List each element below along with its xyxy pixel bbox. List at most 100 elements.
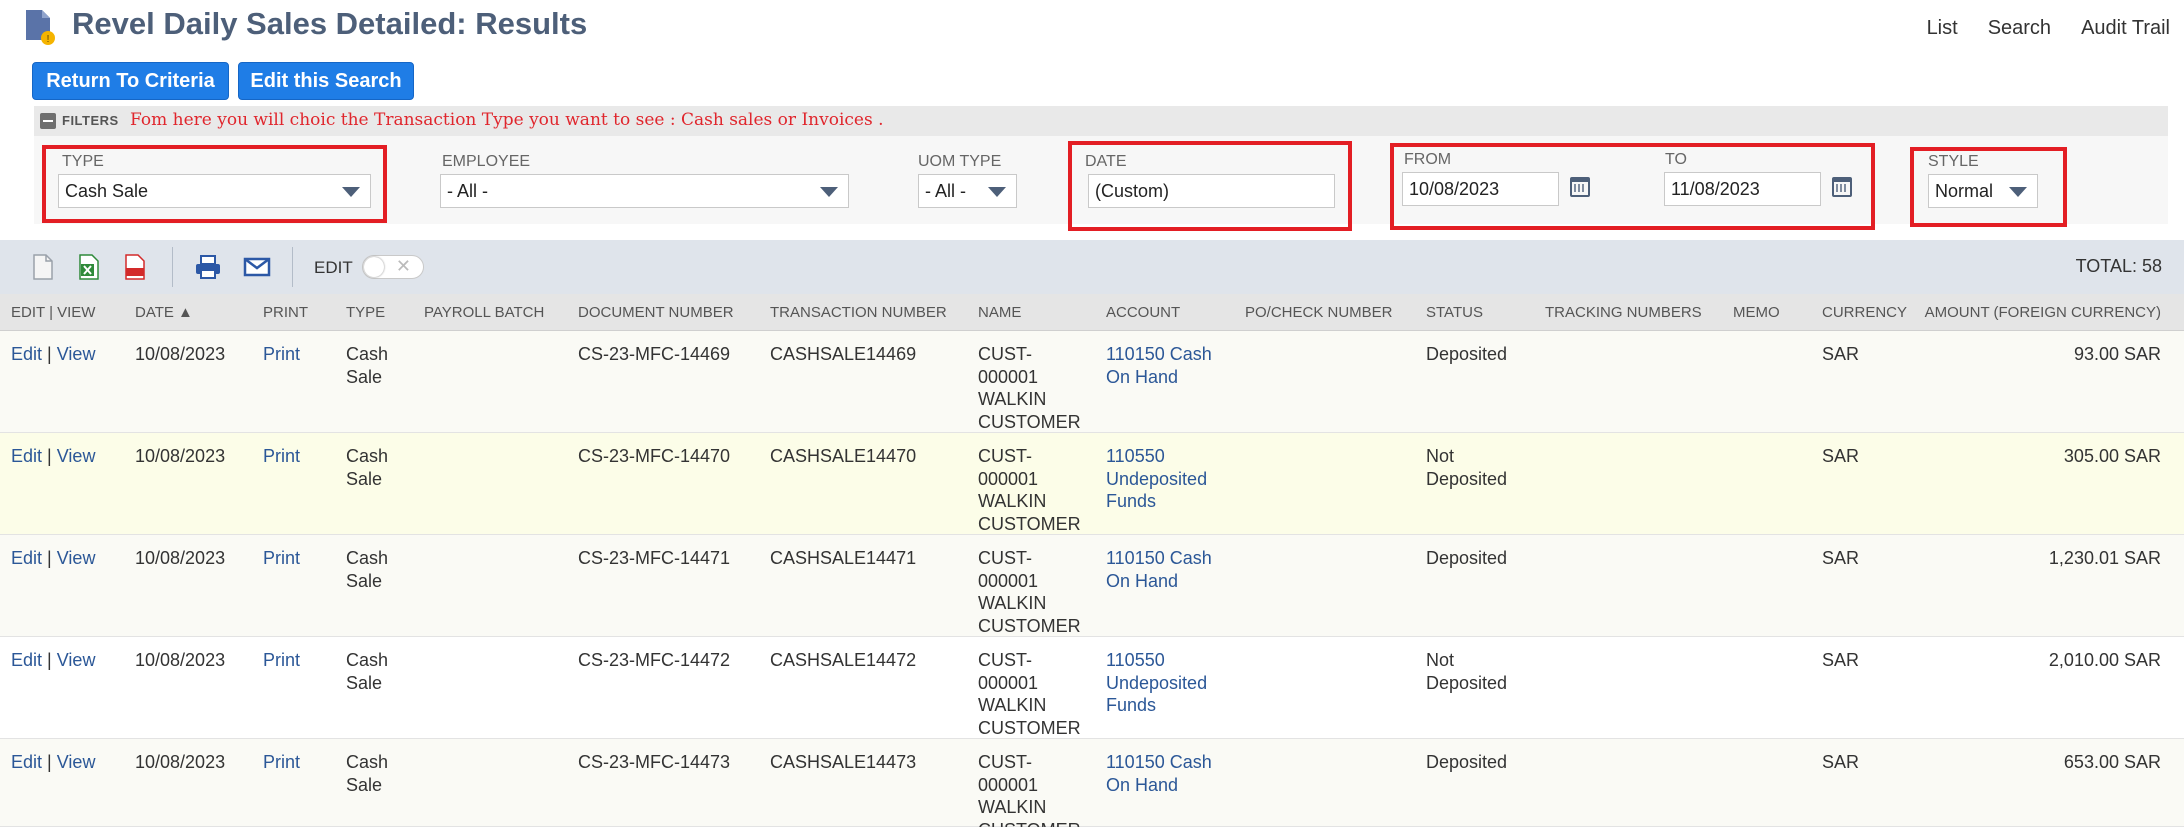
document-number-cell: CS-23-MFC-14472 <box>578 650 731 670</box>
status-cell: Deposited <box>1426 752 1508 772</box>
table-row: Edit | View 10/08/2023 Print Cash Sale C… <box>0 331 2184 433</box>
col-transaction-number[interactable]: TRANSACTION NUMBER <box>770 304 947 321</box>
list-link[interactable]: List <box>1927 17 1958 40</box>
col-edit-view: EDIT | VIEW <box>11 304 96 321</box>
amount-cell: 1,230.01 SAR <box>2048 548 2161 568</box>
edit-link[interactable]: Edit <box>11 650 42 670</box>
account-link[interactable]: 110550 Undeposited Funds <box>1106 649 1216 717</box>
col-document-number[interactable]: DOCUMENT NUMBER <box>578 304 734 321</box>
col-amount[interactable]: AMOUNT (FOREIGN CURRENCY) <box>1925 304 2161 321</box>
type-cell: Cash Sale <box>346 548 389 591</box>
name-cell: CUST-000001 WALKIN CUSTOMER <box>978 344 1081 432</box>
edit-view-links: Edit | View <box>11 649 95 672</box>
edit-view-links: Edit | View <box>11 547 95 570</box>
return-to-criteria-button[interactable]: Return To Criteria <box>32 62 229 100</box>
currency-cell: SAR <box>1822 752 1860 772</box>
account-link[interactable]: 110150 Cash On Hand <box>1106 751 1216 796</box>
link-separator: | <box>47 752 52 772</box>
type-cell: Cash Sale <box>346 446 389 489</box>
amount-cell: 2,010.00 SAR <box>2048 650 2161 670</box>
print-link[interactable]: Print <box>263 751 300 774</box>
account-link[interactable]: 110550 Undeposited Funds <box>1106 445 1216 513</box>
print-link[interactable]: Print <box>263 547 300 570</box>
edit-link[interactable]: Edit <box>11 446 42 466</box>
search-link[interactable]: Search <box>1988 17 2051 40</box>
col-status[interactable]: STATUS <box>1426 304 1483 321</box>
edit-link[interactable]: Edit <box>11 344 42 364</box>
link-separator: | <box>47 446 52 466</box>
document-number-cell: CS-23-MFC-14471 <box>578 548 731 568</box>
edit-link[interactable]: Edit <box>11 752 42 772</box>
view-link[interactable]: View <box>57 752 96 772</box>
date-cell: 10/08/2023 <box>135 446 226 466</box>
edit-view-links: Edit | View <box>11 751 95 774</box>
col-po-check-number[interactable]: PO/CHECK NUMBER <box>1245 304 1393 321</box>
type-cell: Cash Sale <box>346 752 389 795</box>
table-row: Edit | View 10/08/2023 Print Cash Sale C… <box>0 535 2184 637</box>
status-cell: Not Deposited <box>1426 650 1508 693</box>
amount-cell: 93.00 SAR <box>2073 344 2161 364</box>
col-type[interactable]: TYPE <box>346 304 385 321</box>
print-link[interactable]: Print <box>263 343 300 366</box>
print-icon[interactable] <box>194 254 222 280</box>
col-name[interactable]: NAME <box>978 304 1021 321</box>
link-separator: | <box>47 548 52 568</box>
chevron-down-icon <box>820 187 838 197</box>
col-currency[interactable]: CURRENCY <box>1822 304 1907 321</box>
toggle-knob <box>364 257 384 277</box>
print-link[interactable]: Print <box>263 445 300 468</box>
edit-toggle[interactable]: ✕ <box>362 255 424 279</box>
edit-search-button[interactable]: Edit this Search <box>238 62 414 100</box>
name-cell: CUST-000001 WALKIN CUSTOMER <box>978 548 1081 636</box>
document-number-cell: CS-23-MFC-14469 <box>578 344 731 364</box>
view-link[interactable]: View <box>57 446 96 466</box>
employee-label: EMPLOYEE <box>442 153 531 170</box>
uom-type-label: UOM TYPE <box>918 153 1002 170</box>
edit-link[interactable]: Edit <box>11 548 42 568</box>
col-payroll-batch[interactable]: PAYROLL BATCH <box>424 304 544 321</box>
excel-icon[interactable] <box>78 254 100 280</box>
total-count: TOTAL: 58 <box>2075 256 2162 276</box>
currency-cell: SAR <box>1822 446 1860 466</box>
account-link[interactable]: 110150 Cash On Hand <box>1106 343 1216 388</box>
edit-toggle-label: EDIT <box>314 258 353 277</box>
name-cell: CUST-000001 WALKIN CUSTOMER <box>978 650 1081 738</box>
currency-cell: SAR <box>1822 650 1860 670</box>
saved-search-icon: ! <box>26 10 55 45</box>
status-cell: Deposited <box>1426 548 1508 568</box>
col-account[interactable]: ACCOUNT <box>1106 304 1180 321</box>
view-link[interactable]: View <box>57 650 96 670</box>
collapse-icon[interactable] <box>40 113 56 129</box>
edit-view-links: Edit | View <box>11 343 95 366</box>
col-date[interactable]: DATE ▲ <box>135 304 193 321</box>
type-cell: Cash Sale <box>346 344 389 387</box>
type-cell: Cash Sale <box>346 650 389 693</box>
transaction-number-cell: CASHSALE14469 <box>770 344 917 364</box>
col-tracking-numbers[interactable]: TRACKING NUMBERS <box>1545 304 1702 321</box>
document-icon[interactable] <box>32 254 54 280</box>
pdf-icon[interactable] <box>124 254 146 280</box>
date-cell: 10/08/2023 <box>135 548 226 568</box>
col-print[interactable]: PRINT <box>263 304 308 321</box>
view-link[interactable]: View <box>57 548 96 568</box>
edit-view-links: Edit | View <box>11 445 95 468</box>
link-separator: | <box>47 344 52 364</box>
amount-cell: 653.00 SAR <box>2063 752 2161 772</box>
email-icon[interactable] <box>243 254 271 280</box>
toolbar-separator <box>292 247 293 287</box>
audit-trail-link[interactable]: Audit Trail <box>2081 17 2170 40</box>
print-link[interactable]: Print <box>263 649 300 672</box>
top-links: List Search Audit Trail <box>1927 17 2170 40</box>
col-memo[interactable]: MEMO <box>1733 304 1780 321</box>
filters-label: FILTERS <box>62 113 119 128</box>
highlight-box-date <box>1068 141 1352 231</box>
svg-text:!: ! <box>47 34 50 45</box>
account-link[interactable]: 110150 Cash On Hand <box>1106 547 1216 592</box>
filters-annotation: Fom here you will choic the Transaction … <box>130 110 884 130</box>
employee-select[interactable]: - All - <box>440 174 849 208</box>
transaction-number-cell: CASHSALE14472 <box>770 650 917 670</box>
uom-type-select[interactable]: - All - <box>918 174 1017 208</box>
table-row: Edit | View 10/08/2023 Print Cash Sale C… <box>0 637 2184 739</box>
currency-cell: SAR <box>1822 548 1860 568</box>
view-link[interactable]: View <box>57 344 96 364</box>
